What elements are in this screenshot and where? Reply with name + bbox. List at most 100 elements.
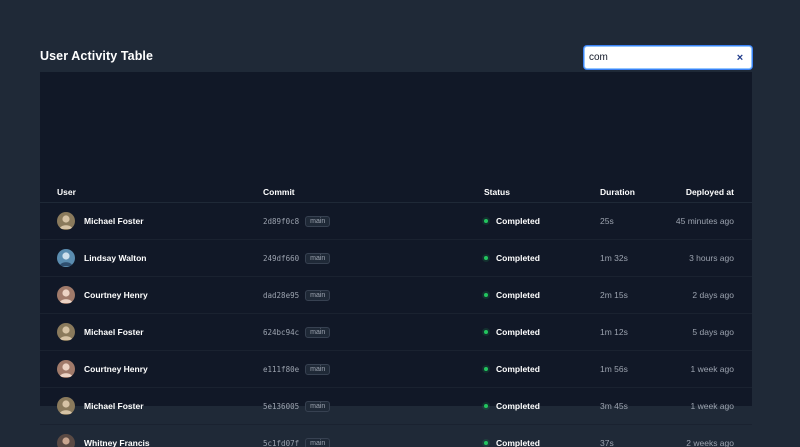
duration-cell: 1m 32s [600, 253, 628, 263]
commit-cell: 5c1fd07f main [263, 425, 331, 447]
duration-cell: 3m 45s [600, 401, 628, 411]
deployed-at-cell: 3 hours ago [689, 253, 734, 263]
table-row[interactable]: Whitney Francis 5c1fd07f main Completed … [40, 425, 752, 447]
column-header-commit[interactable]: Commit [263, 187, 295, 197]
user-name[interactable]: Courtney Henry [84, 290, 148, 300]
table-row[interactable]: Courtney Henry e111f80e main Completed 1… [40, 351, 752, 388]
status-dot-icon [484, 293, 488, 297]
duration-cell: 1m 12s [600, 327, 628, 337]
table-body: Michael Foster 2d89f0c8 main Completed 2… [40, 203, 752, 447]
activity-table: User Commit Status Duration Deployed at … [40, 72, 752, 447]
user-name[interactable]: Michael Foster [84, 216, 144, 226]
user-cell: Courtney Henry [57, 277, 148, 313]
avatar [57, 249, 75, 267]
status-cell: Completed [484, 240, 540, 276]
status-cell: Completed [484, 203, 540, 239]
table-row[interactable]: Michael Foster 5e136005 main Completed 3… [40, 388, 752, 425]
status-cell: Completed [484, 425, 540, 447]
commit-cell: 2d89f0c8 main [263, 203, 331, 239]
status-cell: Completed [484, 388, 540, 424]
status-cell: Completed [484, 277, 540, 313]
duration-cell: 2m 15s [600, 290, 628, 300]
commit-hash[interactable]: dad28e95 [263, 291, 299, 300]
clear-search-button[interactable]: × [731, 47, 749, 68]
branch-badge: main [305, 215, 331, 227]
status-dot-icon [484, 256, 488, 260]
commit-hash[interactable]: 5e136005 [263, 402, 299, 411]
search-input[interactable] [585, 47, 731, 68]
status-dot-icon [484, 441, 488, 445]
deployed-at-cell: 2 weeks ago [686, 438, 734, 447]
branch-badge: main [305, 363, 331, 375]
avatar [57, 397, 75, 415]
commit-cell: 249df660 main [263, 240, 331, 276]
status-text: Completed [496, 401, 540, 411]
user-avatar-icon [59, 400, 73, 414]
user-avatar-icon [59, 215, 73, 229]
column-header-user[interactable]: User [57, 187, 76, 197]
commit-cell: 624bc94c main [263, 314, 331, 350]
deployed-at-cell: 1 week ago [690, 401, 734, 411]
commit-hash[interactable]: e111f80e [263, 365, 299, 374]
commit-hash[interactable]: 2d89f0c8 [263, 217, 299, 226]
commit-hash[interactable]: 5c1fd07f [263, 439, 299, 447]
commit-cell: e111f80e main [263, 351, 331, 387]
branch-badge: main [305, 437, 331, 447]
status-cell: Completed [484, 314, 540, 350]
status-text: Completed [496, 290, 540, 300]
status-cell: Completed [484, 351, 540, 387]
page: User Activity Table × User Commit Status… [0, 0, 800, 447]
user-avatar-icon [59, 363, 73, 377]
status-text: Completed [496, 364, 540, 374]
user-name[interactable]: Michael Foster [84, 401, 144, 411]
commit-cell: dad28e95 main [263, 277, 331, 313]
user-name[interactable]: Courtney Henry [84, 364, 148, 374]
column-header-duration[interactable]: Duration [600, 187, 635, 197]
user-avatar-icon [59, 289, 73, 303]
user-avatar-icon [62, 437, 70, 445]
deployed-at-cell: 45 minutes ago [675, 216, 734, 226]
user-cell: Michael Foster [57, 388, 144, 424]
table-row[interactable]: Michael Foster 2d89f0c8 main Completed 2… [40, 203, 752, 240]
user-name[interactable]: Lindsay Walton [84, 253, 147, 263]
user-cell: Whitney Francis [57, 425, 150, 447]
branch-badge: main [305, 289, 331, 301]
commit-hash[interactable]: 249df660 [263, 254, 299, 263]
user-cell: Courtney Henry [57, 351, 148, 387]
avatar [57, 212, 75, 230]
status-text: Completed [496, 438, 540, 447]
user-name[interactable]: Michael Foster [84, 327, 144, 337]
page-title: User Activity Table [40, 49, 154, 63]
table-row[interactable]: Courtney Henry dad28e95 main Completed 2… [40, 277, 752, 314]
deployed-at-cell: 5 days ago [692, 327, 734, 337]
user-cell: Michael Foster [57, 314, 144, 350]
status-text: Completed [496, 216, 540, 226]
status-dot-icon [484, 367, 488, 371]
commit-cell: 5e136005 main [263, 388, 331, 424]
duration-cell: 25s [600, 216, 614, 226]
table-row[interactable]: Lindsay Walton 249df660 main Completed 1… [40, 240, 752, 277]
table-header: User Commit Status Duration Deployed at [40, 180, 752, 203]
status-text: Completed [496, 253, 540, 263]
user-cell: Lindsay Walton [57, 240, 147, 276]
search-box[interactable]: × [584, 46, 752, 69]
status-dot-icon [484, 330, 488, 334]
deployed-at-cell: 1 week ago [690, 364, 734, 374]
commit-hash[interactable]: 624bc94c [263, 328, 299, 337]
avatar [57, 323, 75, 341]
avatar [57, 434, 75, 447]
status-text: Completed [496, 327, 540, 337]
avatar [57, 360, 75, 378]
duration-cell: 37s [600, 438, 614, 447]
column-header-deployed-at[interactable]: Deployed at [686, 187, 734, 197]
duration-cell: 1m 56s [600, 364, 628, 374]
status-dot-icon [484, 219, 488, 223]
column-header-status[interactable]: Status [484, 187, 510, 197]
status-dot-icon [484, 404, 488, 408]
table-row[interactable]: Michael Foster 624bc94c main Completed 1… [40, 314, 752, 351]
deployed-at-cell: 2 days ago [692, 290, 734, 300]
branch-badge: main [305, 400, 331, 412]
avatar [57, 286, 75, 304]
user-name[interactable]: Whitney Francis [84, 438, 150, 447]
branch-badge: main [305, 326, 331, 338]
